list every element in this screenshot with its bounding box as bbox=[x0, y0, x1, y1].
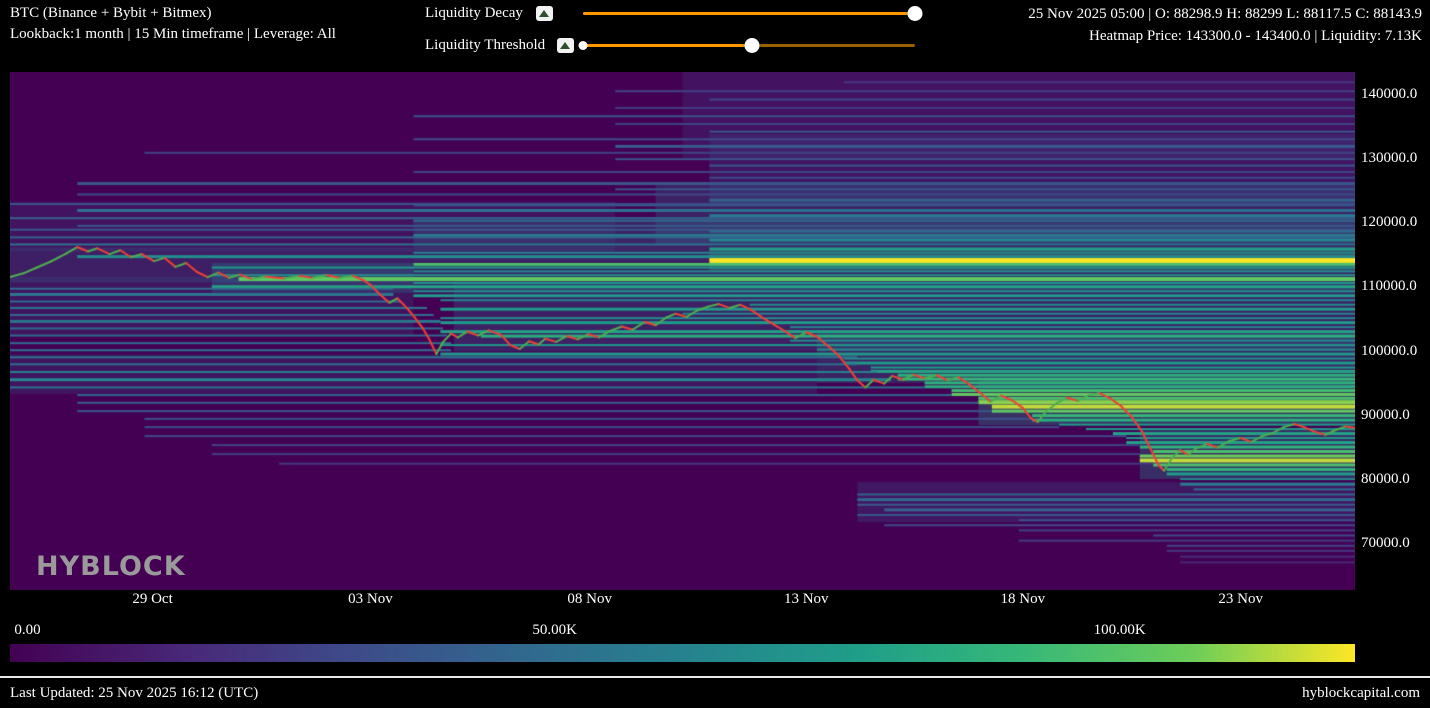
y-axis-label: 100000.0 bbox=[1361, 343, 1417, 360]
y-axis-label: 120000.0 bbox=[1361, 214, 1417, 231]
y-axis-label: 130000.0 bbox=[1361, 150, 1417, 167]
x-axis-label: 18 Nov bbox=[1000, 591, 1045, 608]
decay-slider-icon[interactable] bbox=[536, 6, 553, 21]
threshold-slider-min-handle[interactable] bbox=[579, 41, 588, 50]
colorbar-tick-label: 50.00K bbox=[532, 622, 577, 639]
site-link[interactable]: hyblockcapital.com bbox=[1302, 685, 1420, 702]
heatmap-readout: Heatmap Price: 143300.0 - 143400.0 | Liq… bbox=[1028, 25, 1422, 47]
colorbar bbox=[10, 644, 1355, 662]
x-axis-label: 13 Nov bbox=[784, 591, 829, 608]
y-axis-label: 140000.0 bbox=[1361, 86, 1417, 103]
y-axis-label: 90000.0 bbox=[1361, 407, 1410, 424]
symbol-title: BTC (Binance + Bybit + Bitmex) bbox=[10, 3, 336, 24]
colorbar-tick-label: 0.00 bbox=[14, 622, 40, 639]
colorbar-tick-label: 100.00K bbox=[1094, 622, 1146, 639]
y-axis: 140000.0 130000.0 120000.0 110000.0 100000.0… bbox=[1361, 72, 1430, 590]
decay-slider[interactable] bbox=[583, 6, 915, 21]
decay-slider-handle[interactable] bbox=[908, 6, 923, 21]
x-axis-label: 08 Nov bbox=[567, 591, 612, 608]
colorbar-labels: 0.00 50.00K 100.00K bbox=[10, 622, 1355, 640]
footer-divider bbox=[0, 676, 1430, 678]
x-axis: 29 Oct 03 Nov 08 Nov 13 Nov 18 Nov 23 Nov bbox=[10, 591, 1355, 611]
threshold-label: Liquidity Threshold bbox=[425, 37, 545, 54]
lookback-subtitle: Lookback:1 month | 15 Min timeframe | Le… bbox=[10, 24, 336, 45]
threshold-slider-handle[interactable] bbox=[745, 38, 760, 53]
last-updated-text: Last Updated: 25 Nov 2025 16:12 (UTC) bbox=[10, 685, 258, 702]
header-right: 25 Nov 2025 05:00 | O: 88298.9 H: 88299 … bbox=[1028, 3, 1422, 47]
y-axis-label: 110000.0 bbox=[1361, 278, 1417, 295]
x-axis-label: 23 Nov bbox=[1218, 591, 1263, 608]
decay-slider-fill bbox=[583, 12, 915, 15]
y-axis-label: 80000.0 bbox=[1361, 471, 1410, 488]
y-axis-label: 70000.0 bbox=[1361, 535, 1410, 552]
hyblock-watermark: HYBLOCK bbox=[36, 551, 186, 582]
decay-label: Liquidity Decay bbox=[425, 5, 523, 22]
threshold-slider[interactable] bbox=[583, 38, 915, 53]
app: BTC (Binance + Bybit + Bitmex) Lookback:… bbox=[0, 0, 1430, 708]
x-axis-label: 03 Nov bbox=[348, 591, 393, 608]
header-left: BTC (Binance + Bybit + Bitmex) Lookback:… bbox=[10, 3, 336, 45]
threshold-slider-fill bbox=[583, 44, 752, 47]
x-axis-label: 29 Oct bbox=[132, 591, 172, 608]
heatmap-canvas[interactable] bbox=[10, 72, 1355, 590]
threshold-slider-icon[interactable] bbox=[557, 38, 574, 53]
chart-region: HYBLOCK bbox=[10, 72, 1355, 590]
ohlc-readout: 25 Nov 2025 05:00 | O: 88298.9 H: 88299 … bbox=[1028, 3, 1422, 25]
